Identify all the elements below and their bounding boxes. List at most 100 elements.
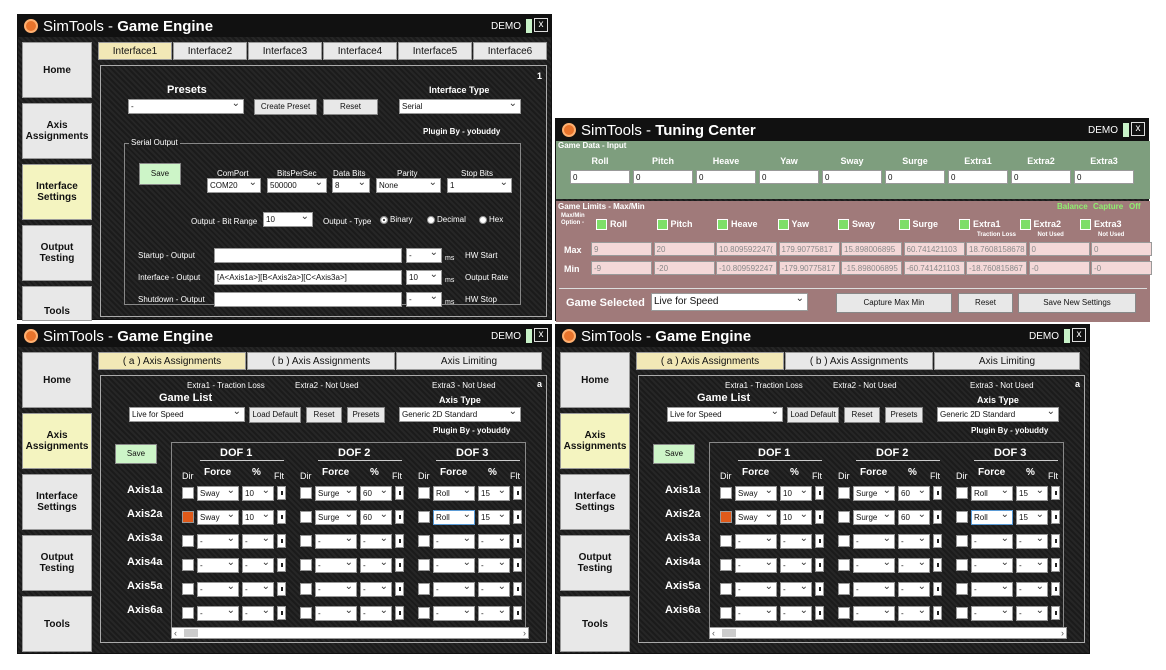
- bit-range-select[interactable]: 10: [263, 212, 313, 227]
- percent-select[interactable]: 15: [1016, 510, 1048, 525]
- percent-select[interactable]: -: [898, 606, 930, 621]
- channel-input-4[interactable]: 0: [822, 170, 882, 184]
- channel-input-0[interactable]: 0: [570, 170, 630, 184]
- force-select[interactable]: -: [735, 582, 777, 597]
- max-input-6[interactable]: 18.7608158678: [966, 242, 1027, 256]
- filter-toggle[interactable]: [513, 534, 522, 548]
- force-select[interactable]: Surge: [315, 486, 357, 501]
- axis-type-select[interactable]: Generic 2D Standard: [399, 407, 521, 422]
- percent-select[interactable]: -: [360, 582, 392, 597]
- percent-select[interactable]: -: [780, 558, 812, 573]
- force-select[interactable]: -: [735, 606, 777, 621]
- force-select[interactable]: Sway: [197, 510, 239, 525]
- sidebar-item-tools[interactable]: Tools: [560, 596, 630, 652]
- filter-toggle[interactable]: [1051, 486, 1060, 500]
- limit-option-3[interactable]: Yaw: [777, 219, 809, 231]
- filter-toggle[interactable]: [933, 582, 942, 596]
- data-bits-select[interactable]: 8: [332, 178, 370, 193]
- percent-select[interactable]: 60: [360, 486, 392, 501]
- filter-toggle[interactable]: [277, 606, 286, 620]
- shutdown-output-input[interactable]: [214, 292, 402, 307]
- force-select[interactable]: Roll: [433, 486, 475, 501]
- min-input-3[interactable]: -179.90775817: [778, 261, 840, 275]
- game-list-select[interactable]: Live for Speed: [667, 407, 783, 422]
- max-input-2[interactable]: 10.809592247(: [716, 242, 777, 256]
- game-selected-select[interactable]: Live for Speed: [651, 293, 808, 311]
- limit-option-6[interactable]: Extra1: [959, 219, 1001, 231]
- scroll-right-icon[interactable]: ›: [523, 628, 526, 638]
- percent-select[interactable]: 10: [242, 486, 274, 501]
- scroll-left-icon[interactable]: ‹: [712, 628, 715, 638]
- dir-checkbox[interactable]: [418, 535, 430, 547]
- scroll-right-icon[interactable]: ›: [1061, 628, 1064, 638]
- channel-input-6[interactable]: 0: [948, 170, 1008, 184]
- percent-select[interactable]: -: [478, 606, 510, 621]
- filter-toggle[interactable]: [1051, 582, 1060, 596]
- sidebar-item-tools[interactable]: Tools: [22, 596, 92, 652]
- filter-toggle[interactable]: [513, 606, 522, 620]
- min-input-2[interactable]: -10.809592247: [716, 261, 777, 275]
- dir-checkbox[interactable]: [300, 583, 312, 595]
- scroll-thumb[interactable]: [722, 629, 736, 637]
- dir-checkbox[interactable]: [182, 535, 194, 547]
- channel-input-8[interactable]: 0: [1074, 170, 1134, 184]
- sidebar-item-tools[interactable]: Tools: [22, 286, 92, 321]
- force-select[interactable]: Roll: [971, 510, 1013, 525]
- percent-select[interactable]: -: [898, 534, 930, 549]
- startup-output-input[interactable]: [214, 248, 402, 263]
- dir-checkbox[interactable]: [182, 487, 194, 499]
- force-select[interactable]: -: [971, 582, 1013, 597]
- percent-select[interactable]: -: [898, 558, 930, 573]
- dir-checkbox[interactable]: [300, 607, 312, 619]
- force-select[interactable]: Roll: [971, 486, 1013, 501]
- limit-option-2[interactable]: Heave: [717, 219, 758, 231]
- force-select[interactable]: -: [315, 558, 357, 573]
- filter-toggle[interactable]: [277, 534, 286, 548]
- sidebar-item-home[interactable]: Home: [22, 352, 92, 408]
- limit-option-checkbox-5[interactable]: [898, 219, 910, 231]
- limit-option-checkbox-0[interactable]: [596, 219, 607, 231]
- force-select[interactable]: Sway: [735, 486, 777, 501]
- channel-input-5[interactable]: 0: [885, 170, 945, 184]
- filter-toggle[interactable]: [815, 510, 824, 524]
- force-select[interactable]: -: [197, 582, 239, 597]
- dir-checkbox[interactable]: [300, 487, 312, 499]
- filter-toggle[interactable]: [395, 558, 404, 572]
- reset-button[interactable]: Reset: [958, 293, 1013, 313]
- comport-select[interactable]: COM20: [207, 178, 261, 193]
- percent-select[interactable]: 60: [898, 510, 930, 525]
- stop-bits-select[interactable]: 1: [447, 178, 512, 193]
- radio-decimal[interactable]: Decimal: [427, 215, 466, 224]
- radio-hex[interactable]: Hex: [479, 215, 503, 224]
- force-select[interactable]: Sway: [197, 486, 239, 501]
- limit-option-1[interactable]: Pitch: [656, 219, 693, 231]
- tab-interface4[interactable]: Interface4: [323, 42, 397, 60]
- force-select[interactable]: -: [433, 582, 475, 597]
- filter-toggle[interactable]: [815, 486, 824, 500]
- tab-axis-assignments-b[interactable]: ( b ) Axis Assignments: [785, 352, 933, 370]
- percent-select[interactable]: 15: [478, 486, 510, 501]
- interface-ms-select[interactable]: 10: [406, 270, 442, 285]
- sidebar-item-interface-settings[interactable]: Interface Settings: [22, 474, 92, 530]
- percent-select[interactable]: -: [780, 606, 812, 621]
- filter-toggle[interactable]: [277, 558, 286, 572]
- sidebar-item-interface-settings[interactable]: Interface Settings: [560, 474, 630, 530]
- filter-toggle[interactable]: [277, 486, 286, 500]
- load-default-button[interactable]: Load Default: [249, 407, 301, 423]
- dir-checkbox[interactable]: [182, 583, 194, 595]
- parity-select[interactable]: None: [376, 178, 441, 193]
- limit-option-4[interactable]: Sway: [838, 219, 875, 231]
- filter-toggle[interactable]: [1051, 510, 1060, 524]
- dir-checkbox[interactable]: [956, 511, 968, 523]
- limit-option-7[interactable]: Extra2: [1019, 219, 1061, 231]
- percent-select[interactable]: -: [478, 582, 510, 597]
- channel-input-7[interactable]: 0: [1011, 170, 1071, 184]
- scroll-left-icon[interactable]: ‹: [174, 628, 177, 638]
- dir-checkbox[interactable]: [720, 535, 732, 547]
- tab-axis-assignments-b[interactable]: ( b ) Axis Assignments: [247, 352, 395, 370]
- dir-checkbox[interactable]: [956, 535, 968, 547]
- dir-checkbox[interactable]: [182, 511, 194, 523]
- filter-toggle[interactable]: [815, 606, 824, 620]
- tab-interface5[interactable]: Interface5: [398, 42, 472, 60]
- filter-toggle[interactable]: [395, 486, 404, 500]
